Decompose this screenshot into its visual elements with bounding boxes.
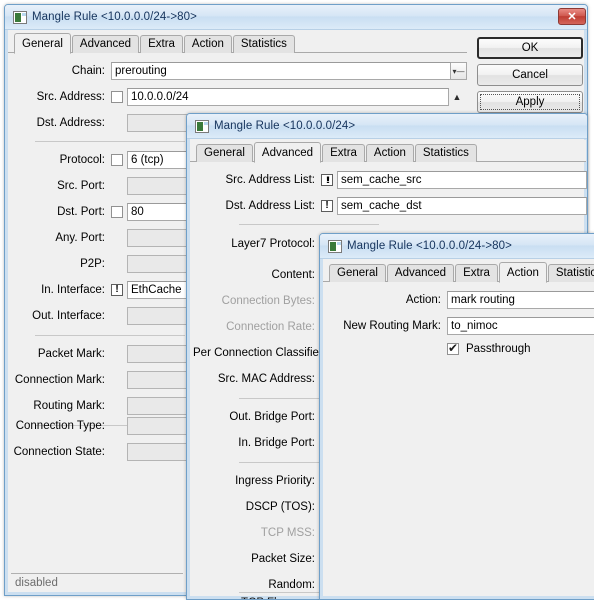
chevron-up-icon[interactable]: ▲ — [449, 88, 465, 106]
checkbox-dst-port-negate[interactable] — [111, 206, 123, 218]
tab-extra[interactable]: Extra — [322, 144, 365, 162]
label-layer7-protocol: Layer7 Protocol: — [231, 238, 315, 250]
cancel-button[interactable]: Cancel — [477, 64, 583, 86]
label-tcp-mss: TCP MSS: — [260, 527, 315, 539]
divider-1 — [35, 141, 185, 142]
label-packet-size: Packet Size: — [251, 553, 315, 565]
label-p2p: P2P: — [80, 258, 105, 270]
row-new-routing-mark: New Routing Mark: to_nimoc — [326, 317, 594, 335]
form-action: Action: mark routing New Routing Mark: t… — [320, 234, 594, 599]
label-connection-state: Connection State: — [13, 446, 105, 458]
checkbox-passthrough[interactable] — [447, 341, 459, 355]
tab-action[interactable]: Action — [183, 35, 232, 53]
divider-2 — [35, 335, 185, 336]
label-in-interface: In. Interface: — [41, 284, 105, 296]
tab-action[interactable]: Action — [498, 262, 547, 283]
label-content: Content: — [271, 269, 315, 281]
negate-icon-src-address-list[interactable]: !! — [321, 174, 333, 186]
row-passthrough: Passthrough — [447, 340, 531, 358]
label-src-address-list: Src. Address List: — [225, 174, 315, 186]
label-action: Action: — [405, 294, 441, 306]
tab-advanced[interactable]: Advanced — [386, 264, 455, 282]
label-dst-port: Dst. Port: — [57, 206, 105, 218]
chevron-down-icon[interactable]: ▾— — [451, 62, 467, 80]
tab-general[interactable]: General — [14, 33, 71, 54]
label-ingress-priority: Ingress Priority: — [235, 475, 315, 487]
label-dst-address: Dst. Address: — [36, 117, 105, 129]
label-per-connection-classifier: Per Connection Classifier: — [193, 347, 326, 359]
tabstrip-action[interactable]: General Advanced Extra Action Statistics — [323, 260, 594, 283]
input-src-address[interactable]: 10.0.0.0/24 — [127, 88, 449, 106]
input-src-address-list[interactable]: sem_cache_src — [337, 171, 587, 189]
label-routing-mark: Routing Mark: — [33, 400, 105, 412]
label-dst-address-list: Dst. Address List: — [225, 200, 315, 212]
label-connection-type: Connection Type: — [15, 420, 105, 432]
checkbox-src-address-negate[interactable] — [111, 91, 123, 103]
desktop: Mangle Rule <10.0.0.0/24->80> ✕ General … — [0, 0, 594, 600]
label-connection-mark: Connection Mark: — [14, 374, 105, 386]
negate-icon-dst-address-list[interactable]: ! — [321, 200, 333, 212]
tab-statistics[interactable]: Statistics — [414, 144, 477, 162]
window-mangle-rule-action[interactable]: Mangle Rule <10.0.0.0/24->80> General Ad… — [319, 233, 594, 600]
tab-extra[interactable]: Extra — [140, 35, 183, 53]
tab-action[interactable]: Action — [365, 144, 414, 162]
tab-extra[interactable]: Extra — [455, 264, 498, 282]
label-src-address: Src. Address: — [36, 91, 105, 103]
row-src-address-list: Src. Address List: !! sem_cache_src — [193, 171, 587, 189]
tab-advanced[interactable]: Advanced — [71, 35, 140, 53]
label-new-routing-mark: New Routing Mark: — [343, 320, 441, 332]
label-packet-mark: Packet Mark: — [37, 348, 105, 360]
input-dst-address-list[interactable]: sem_cache_dst — [337, 197, 587, 215]
label-out-bridge-port: Out. Bridge Port: — [229, 411, 315, 423]
input-chain[interactable]: prerouting — [111, 62, 451, 80]
tab-statistics[interactable]: Statistics — [547, 264, 594, 282]
label-src-port: Src. Port: — [57, 180, 105, 192]
row-action: Action: mark routing — [326, 291, 594, 309]
label-in-bridge-port: In. Bridge Port: — [238, 437, 315, 449]
tab-general[interactable]: General — [329, 264, 386, 282]
input-action[interactable]: mark routing — [447, 291, 594, 309]
tab-advanced[interactable]: Advanced — [253, 142, 322, 163]
label-connection-rate: Connection Rate: — [226, 321, 315, 333]
label-chain: Chain: — [71, 65, 105, 77]
label-passthrough: Passthrough — [466, 343, 531, 355]
label-out-interface: Out. Interface: — [32, 310, 105, 322]
input-new-routing-mark[interactable]: to_nimoc — [447, 317, 594, 335]
label-src-mac-address: Src. MAC Address: — [217, 373, 315, 385]
tab-statistics[interactable]: Statistics — [232, 35, 295, 53]
apply-button[interactable]: Apply — [477, 91, 583, 113]
row-chain: Chain: prerouting ▾— — [11, 62, 467, 80]
label-any-port: Any. Port: — [55, 232, 105, 244]
negate-icon-in-interface[interactable]: ! — [111, 284, 123, 296]
row-src-address: Src. Address: 10.0.0.0/24 ▲ — [11, 88, 465, 106]
checkbox-protocol-negate[interactable] — [111, 154, 123, 166]
label-connection-bytes: Connection Bytes: — [221, 295, 315, 307]
tab-general[interactable]: General — [196, 144, 253, 162]
label-dscp: DSCP (TOS): — [245, 501, 315, 513]
row-dst-address-list: Dst. Address List: ! sem_cache_dst — [193, 197, 587, 215]
label-protocol: Protocol: — [59, 154, 105, 166]
status-text: disabled — [15, 576, 58, 589]
statusbar-general: disabled — [11, 573, 183, 591]
divider-1 — [239, 224, 379, 225]
ok-button[interactable]: OK — [477, 37, 583, 59]
